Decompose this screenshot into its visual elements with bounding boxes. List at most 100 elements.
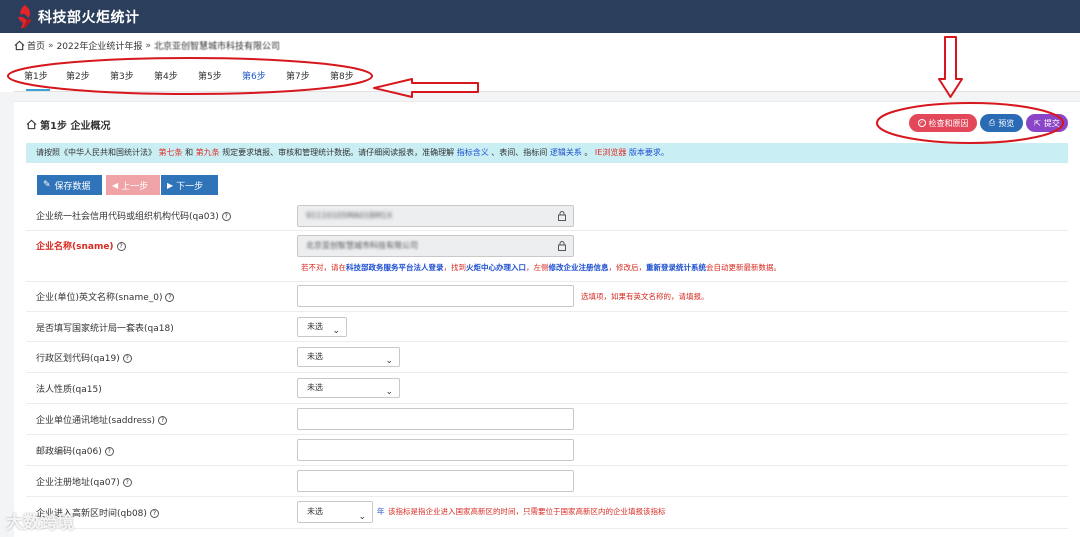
section-title-text: 第1步 企业概况 [40,121,111,132]
notice-link-ie[interactable]: IE浏览器 [595,148,626,157]
qa07-input[interactable] [297,470,574,492]
credit-code-label: 企业统一社会信用代码或组织机构代码(qa03)? [36,209,231,222]
breadcrumb-separator: » [145,40,151,51]
sname-field: 北京亚创智慧城市科技有限公司 [297,235,574,257]
check-button[interactable]: ✓ 检查和原因 [909,114,977,132]
qa15-select[interactable]: 未选 ⌄ [297,378,400,398]
help-icon[interactable]: ? [104,447,114,456]
sname-hint: 若不对，请在科技部政务服务平台法人登录，找到火炬中心办理入口，左侧修改企业注册信… [301,263,781,272]
form-row-qa19: 行政区划代码(qa19)? 未选 ⌄ [26,342,1068,373]
notice-link-version[interactable]: 版本要求。 [629,148,669,157]
notice-link-indicator[interactable]: 指标含义 [457,148,489,157]
next-button-label: 下一步 [176,181,204,192]
home-icon [14,40,25,51]
form-row-credit-code: 企业统一社会信用代码或组织机构代码(qa03)? 91110105MA01BM1… [26,201,1068,231]
next-button[interactable]: ▶ 下一步 [161,175,218,195]
help-icon[interactable]: ? [149,509,159,518]
tab-step-5[interactable]: 第5步 [198,69,222,82]
tab-step-3[interactable]: 第3步 [110,69,134,82]
form-row-qa15: 法人性质(qa15) 未选 ⌄ [26,373,1068,404]
tab-step-6[interactable]: 第6步 [242,69,266,82]
printer-icon: ⎙ [988,118,996,127]
breadcrumb-separator: » [48,40,54,51]
preview-button[interactable]: ⎙ 预览 [980,114,1023,132]
hint-link-modify[interactable]: 修改企业注册信息 [549,263,609,272]
breadcrumb-home[interactable]: 首页 [27,39,45,52]
help-icon[interactable]: ? [116,242,126,251]
arrow-left-circle-icon: ◀ [112,180,119,190]
sname-0-input[interactable] [297,285,574,307]
help-icon[interactable]: ? [122,478,132,487]
torch-logo-icon [18,5,32,28]
qa18-label: 是否填写国家统计局一套表(qa18) [36,324,174,334]
qa19-label: 行政区划代码(qa19)? [36,351,132,364]
preview-button-label: 预览 [998,118,1015,128]
qa06-label: 邮政编码(qa06)? [36,444,114,457]
qa18-select[interactable]: 未选 ⌄ [297,317,347,337]
form-row-sname-0: 企业(单位)英文名称(sname_0)? 选填项，如果有英文名称的，请填报。 [26,282,1068,312]
notice-text: 。 [584,148,593,157]
tab-step-7[interactable]: 第7步 [286,69,310,82]
prev-button-label: 上一步 [121,181,149,192]
qb08-hint: 该指标是指企业进入国家高新区的时间，只需要位于国家高新区内的企业填报该指标 [388,507,666,516]
prev-button[interactable]: ◀ 上一步 [106,175,160,195]
form-row-qb08: 企业进入高新区时间(qb08)? 未选 ⌄ 年 该指标是指企业进入国家高新区的时间… [26,497,1068,529]
help-icon[interactable]: ? [158,416,168,425]
notice-text: 、表间、指标间 [491,148,548,157]
qb08-unit: 年 [377,507,385,516]
home-icon [26,119,37,130]
lock-icon [558,241,566,251]
qa15-label: 法人性质(qa15) [36,385,102,395]
qb08-select[interactable]: 未选 ⌄ [297,501,373,523]
notice-link-logic[interactable]: 逻辑关系 [550,148,582,157]
chevron-down-icon: ⌄ [332,326,340,336]
help-icon[interactable]: ? [122,354,132,363]
notice-link-article9[interactable]: 第九条 [196,148,220,157]
sname-label: 企业名称(sname)? [36,239,126,252]
saddress-input[interactable] [297,408,574,430]
notice-text: 和 [185,148,194,157]
sname-0-hint: 选填项，如果有英文名称的，请填报。 [581,292,709,301]
save-button[interactable]: ✎ 保存数据 [37,175,102,195]
notice-text: 请按照《中华人民共和国统计法》 [36,148,156,157]
breadcrumb-report[interactable]: 2022年企业统计年报 [57,39,143,52]
breadcrumb: 首页 » 2022年企业统计年报 » 北京亚创智慧城市科技有限公司 [14,39,280,52]
chevron-down-icon: ⌄ [385,387,393,397]
watermark: 大数跨境 [6,513,74,533]
form-row-saddress: 企业单位通讯地址(saddress)? [26,404,1068,435]
submit-button-label: 提交 [1043,118,1060,128]
chevron-down-icon: ⌄ [358,512,366,522]
tab-step-8[interactable]: 第8步 [330,69,354,82]
tab-step-4[interactable]: 第4步 [154,69,178,82]
qa06-input[interactable] [297,439,574,461]
form-row-qa07: 企业注册地址(qa07)? [26,466,1068,497]
check-button-label: 检查和原因 [928,118,969,128]
submit-button[interactable]: ⇱ 提交 [1026,114,1068,132]
hint-link-torch[interactable]: 火炬中心办理入口 [466,263,526,272]
credit-code-field: 91110105MA01BM1X [297,205,574,227]
hint-link-platform[interactable]: 科技部政务服务平台法人登录 [346,263,444,272]
form-row-qa18: 是否填写国家统计局一套表(qa18) 未选 ⌄ [26,312,1068,342]
form-row-sname: 企业名称(sname)? 北京亚创智慧城市科技有限公司 若不对，请在科技部政务服… [26,231,1068,282]
qa07-label: 企业注册地址(qa07)? [36,475,132,488]
help-icon[interactable]: ? [165,293,175,302]
hint-link-relogin[interactable]: 重新登录统计系统 [646,263,706,272]
qa19-select[interactable]: 未选 ⌄ [297,347,400,367]
breadcrumb-company: 北京亚创智慧城市科技有限公司 [153,42,280,52]
tab-step-2[interactable]: 第2步 [66,69,90,82]
notice-bar: 请按照《中华人民共和国统计法》 第七条 和 第九条 规定要求填报、审核和管理统计… [26,143,1068,163]
step-tabs: 第1步 第2步 第3步 第4步 第5步 第6步 第7步 第8步 [14,62,1080,92]
tab-step-1[interactable]: 第1步 [24,69,48,82]
active-tab-indicator [26,89,50,91]
top-bar: 科技部火炬统计 [0,0,1080,33]
sname-0-label: 企业(单位)英文名称(sname_0)? [36,290,175,303]
form-row-qa06: 邮政编码(qa06)? [26,435,1068,466]
check-circle-icon: ✓ [917,119,926,127]
help-icon[interactable]: ? [221,212,231,221]
save-button-label: 保存数据 [54,181,91,192]
section-title: 第1步 企业概况 [26,117,110,132]
notice-link-article7[interactable]: 第七条 [159,148,183,157]
chevron-down-icon: ⌄ [385,356,393,366]
arrow-right-circle-icon: ▶ [167,180,174,190]
lock-icon [558,211,566,221]
